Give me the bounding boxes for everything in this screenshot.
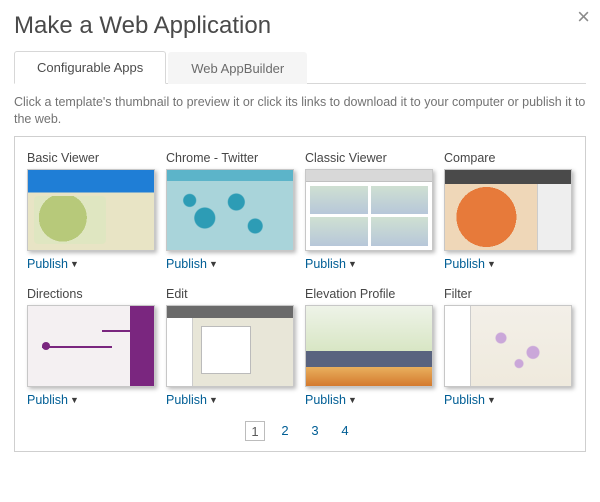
template-title: Chrome - Twitter [166, 151, 295, 165]
publish-label: Publish [27, 393, 68, 407]
dialog-title: Make a Web Application [14, 12, 586, 40]
tabs: Configurable Apps Web AppBuilder [14, 50, 586, 84]
template-thumbnail[interactable] [305, 305, 433, 387]
publish-label: Publish [305, 257, 346, 271]
instruction-text: Click a template's thumbnail to preview … [14, 94, 586, 128]
template-card-basic-viewer: Basic Viewer Publish ▼ [27, 151, 156, 281]
publish-label: Publish [305, 393, 346, 407]
caret-down-icon: ▼ [487, 395, 496, 405]
page-3[interactable]: 3 [305, 421, 325, 441]
page-2[interactable]: 2 [275, 421, 295, 441]
caret-down-icon: ▼ [487, 259, 496, 269]
page-1: 1 [245, 421, 265, 441]
caret-down-icon: ▼ [70, 259, 79, 269]
tab-configurable-apps[interactable]: Configurable Apps [14, 51, 166, 84]
publish-menu[interactable]: Publish ▼ [27, 393, 79, 407]
publish-label: Publish [166, 393, 207, 407]
page-4[interactable]: 4 [335, 421, 355, 441]
publish-menu[interactable]: Publish ▼ [27, 257, 79, 271]
template-title: Directions [27, 287, 156, 301]
template-gallery: Basic Viewer Publish ▼ Chrome - Twitter … [14, 136, 586, 452]
template-title: Filter [444, 287, 573, 301]
template-card-classic-viewer: Classic Viewer Publish ▼ [305, 151, 434, 281]
template-title: Classic Viewer [305, 151, 434, 165]
template-title: Compare [444, 151, 573, 165]
close-icon[interactable]: × [577, 6, 590, 28]
template-thumbnail[interactable] [27, 305, 155, 387]
template-thumbnail[interactable] [166, 305, 294, 387]
publish-menu[interactable]: Publish ▼ [166, 393, 218, 407]
template-title: Edit [166, 287, 295, 301]
publish-menu[interactable]: Publish ▼ [166, 257, 218, 271]
publish-menu[interactable]: Publish ▼ [444, 257, 496, 271]
template-title: Elevation Profile [305, 287, 434, 301]
template-card-filter: Filter Publish ▼ [444, 287, 573, 417]
template-card-directions: Directions Publish ▼ [27, 287, 156, 417]
publish-menu[interactable]: Publish ▼ [305, 257, 357, 271]
template-card-chrome-twitter: Chrome - Twitter Publish ▼ [166, 151, 295, 281]
caret-down-icon: ▼ [348, 395, 357, 405]
template-thumbnail[interactable] [444, 169, 572, 251]
caret-down-icon: ▼ [70, 395, 79, 405]
template-thumbnail[interactable] [305, 169, 433, 251]
make-web-app-dialog: × Make a Web Application Configurable Ap… [0, 0, 600, 456]
template-title: Basic Viewer [27, 151, 156, 165]
pager: 1 2 3 4 [27, 417, 573, 443]
template-thumbnail[interactable] [27, 169, 155, 251]
publish-label: Publish [444, 257, 485, 271]
template-card-compare: Compare Publish ▼ [444, 151, 573, 281]
caret-down-icon: ▼ [348, 259, 357, 269]
template-grid: Basic Viewer Publish ▼ Chrome - Twitter … [27, 151, 573, 417]
publish-label: Publish [444, 393, 485, 407]
template-thumbnail[interactable] [444, 305, 572, 387]
caret-down-icon: ▼ [209, 395, 218, 405]
publish-menu[interactable]: Publish ▼ [444, 393, 496, 407]
caret-down-icon: ▼ [209, 259, 218, 269]
publish-label: Publish [27, 257, 68, 271]
template-card-edit: Edit Publish ▼ [166, 287, 295, 417]
template-thumbnail[interactable] [166, 169, 294, 251]
publish-label: Publish [166, 257, 207, 271]
template-card-elevation-profile: Elevation Profile Publish ▼ [305, 287, 434, 417]
publish-menu[interactable]: Publish ▼ [305, 393, 357, 407]
tab-web-appbuilder[interactable]: Web AppBuilder [168, 52, 307, 84]
